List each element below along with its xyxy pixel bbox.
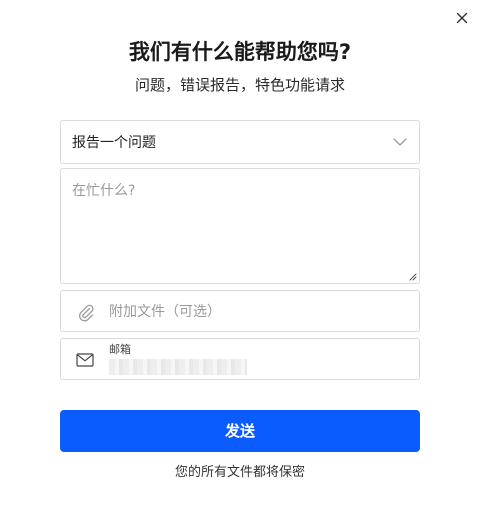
- attach-file-button[interactable]: 附加文件（可选）: [60, 290, 420, 332]
- email-label: 邮箱: [109, 343, 131, 356]
- issue-type-select[interactable]: 报告一个问题: [60, 120, 420, 164]
- close-icon: [456, 12, 468, 24]
- attach-file-label: 附加文件（可选）: [109, 304, 221, 320]
- message-textarea[interactable]: 在忙什么?: [60, 168, 420, 284]
- dialog-title: 我们有什么能帮助您吗?: [128, 40, 352, 64]
- mail-icon: [76, 353, 94, 367]
- email-input[interactable]: [109, 358, 247, 376]
- send-button[interactable]: 发送: [60, 410, 420, 452]
- email-field[interactable]: 邮箱: [60, 338, 420, 380]
- issue-type-value: 报告一个问题: [72, 135, 156, 151]
- dialog-subtitle: 问题，错误报告，特色功能请求: [134, 76, 345, 94]
- resize-handle-icon[interactable]: [409, 273, 417, 281]
- close-button[interactable]: [454, 10, 470, 26]
- message-placeholder: 在忙什么?: [72, 183, 136, 199]
- paperclip-icon: [78, 304, 94, 322]
- chevron-down-icon: [393, 138, 407, 146]
- privacy-note: 您的所有文件都将保密: [174, 465, 305, 480]
